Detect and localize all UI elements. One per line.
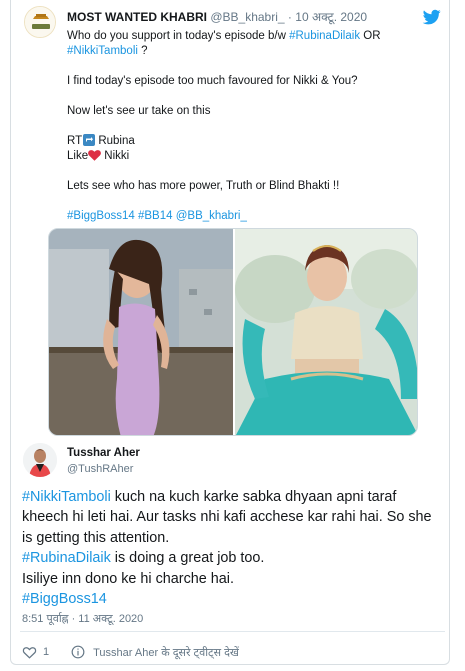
twitter-bird-icon[interactable] xyxy=(421,8,443,26)
view-more-tweets-link[interactable]: Tusshar Aher के दूसरे ट्वीट्स देखें xyxy=(93,645,239,660)
media-grid xyxy=(48,228,418,436)
quoted-line: ? xyxy=(137,45,148,57)
mention-bb-khabri[interactable]: @BB_khabri_ xyxy=(176,210,247,222)
hashtag-nikkitamboli-reply[interactable]: #NikkiTamboli xyxy=(22,489,111,505)
retweet-icon xyxy=(83,134,96,146)
heart-icon xyxy=(88,149,102,161)
quoted-author-handle[interactable]: @BB_khabri_ xyxy=(210,10,284,24)
quoted-author-line: MOST WANTED KHABRI @BB_khabri_ · 10 अक्ट… xyxy=(67,8,367,25)
quoted-date[interactable]: 10 अक्टू. 2020 xyxy=(295,10,367,24)
quoted-author-name[interactable]: MOST WANTED KHABRI xyxy=(67,10,207,24)
hashtag-rubinadilaik[interactable]: #RubinaDilaik xyxy=(289,30,360,42)
quoted-line: Who do you support in today's episode b/… xyxy=(67,30,290,42)
photo-rubina[interactable] xyxy=(235,229,417,435)
divider xyxy=(20,631,445,632)
reply-text-part: Isiliye inn dono ke hi charche hai. xyxy=(22,570,234,587)
quoted-author-avatar[interactable] xyxy=(24,6,56,38)
photo-nikki[interactable] xyxy=(49,229,233,435)
info-icon[interactable] xyxy=(71,645,85,659)
quoted-line: RT xyxy=(67,135,83,147)
action-bar: 1 Tusshar Aher के दूसरे ट्वीट्स देखें xyxy=(22,643,239,661)
quoted-tweet-text: Who do you support in today's episode b/… xyxy=(67,29,437,224)
hashtag-bb14[interactable]: #BB14 xyxy=(138,210,173,222)
reply-author-name[interactable]: Tusshar Aher xyxy=(67,447,140,459)
reply-author-avatar[interactable] xyxy=(23,443,57,477)
reply-text-part: is doing a great job too. xyxy=(110,550,265,567)
timestamp[interactable]: 8:51 पूर्वाह्न · 11 अक्टू. 2020 xyxy=(22,611,143,626)
reply-tweet-text: #NikkiTamboli kuch na kuch karke sabka d… xyxy=(22,487,440,609)
quoted-line: Lets see who has more power, Truth or Bl… xyxy=(67,180,340,192)
like-count: 1 xyxy=(43,646,50,658)
quoted-line: OR xyxy=(360,30,381,42)
like-icon[interactable] xyxy=(22,645,37,660)
quoted-line: Nikki xyxy=(101,150,130,162)
quoted-line: I find today's episode too much favoured… xyxy=(67,75,358,87)
hashtag-biggboss14[interactable]: #BiggBoss14 xyxy=(67,210,135,222)
hashtag-rubinadilaik-reply[interactable]: #RubinaDilaik xyxy=(22,550,111,566)
quoted-line: Rubina xyxy=(95,135,135,147)
quoted-line: Like xyxy=(67,150,89,162)
reply-author-handle[interactable]: @TushRAher xyxy=(67,463,133,475)
quoted-line: Now let's see ur take on this xyxy=(67,105,211,117)
separator: · xyxy=(287,10,292,24)
hashtag-biggboss14-reply[interactable]: #BiggBoss14 xyxy=(22,591,107,607)
hashtag-nikkitamboli[interactable]: #NikkiTamboli xyxy=(67,45,138,57)
